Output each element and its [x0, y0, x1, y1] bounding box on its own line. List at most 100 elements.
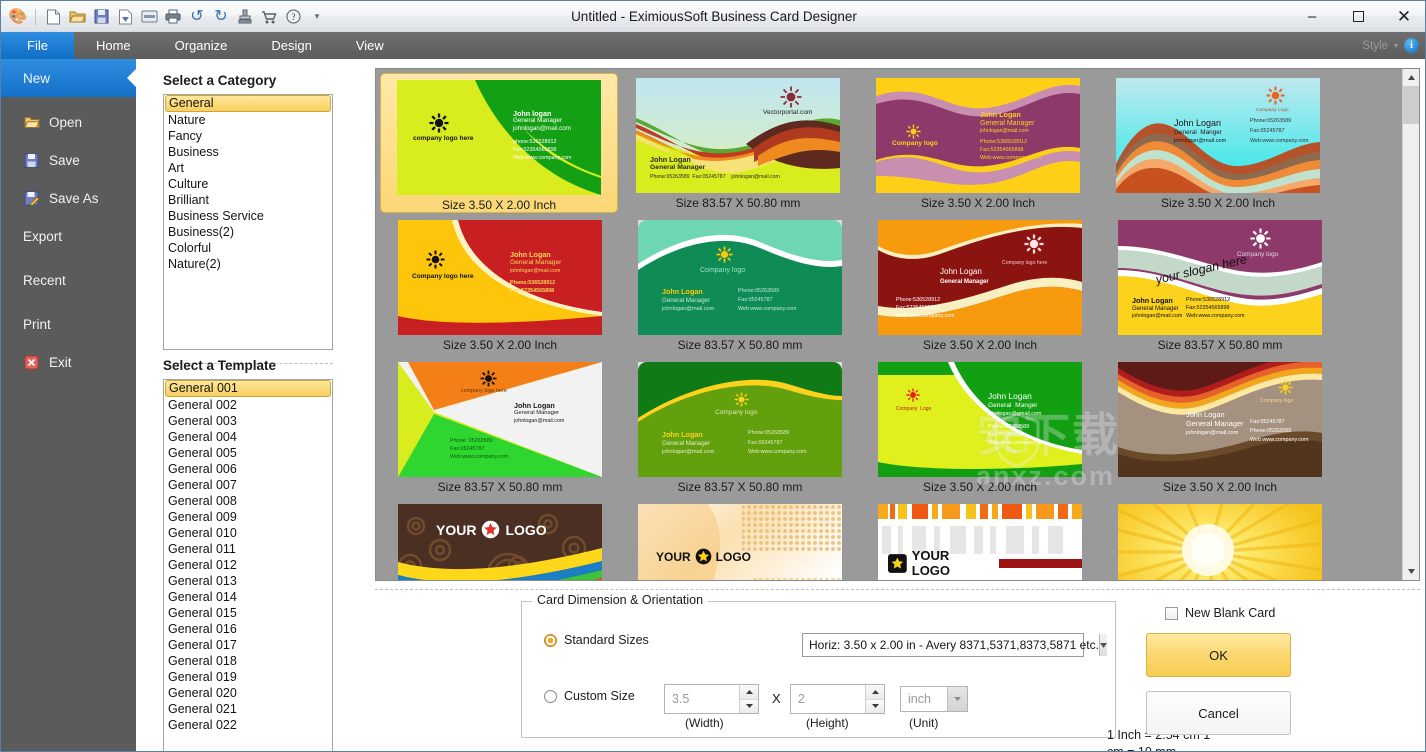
template-listbox[interactable]: General 001 General 002 General 003 Gene…: [163, 379, 333, 751]
info-icon[interactable]: i: [1404, 38, 1419, 53]
custom-size-radio[interactable]: [544, 689, 557, 703]
unit-combobox[interactable]: inch: [900, 686, 968, 712]
category-listbox[interactable]: General Nature Fancy Business Art Cultur…: [163, 94, 333, 350]
chevron-down-icon[interactable]: [1098, 634, 1107, 656]
template-item-15[interactable]: General 016: [164, 621, 332, 637]
card-logo-suffix: LOGO: [505, 521, 547, 538]
template-item-18[interactable]: General 019: [164, 669, 332, 685]
custom-size-radio-row[interactable]: Custom Size: [544, 689, 635, 703]
height-increment-button[interactable]: [866, 685, 884, 700]
template-item-0[interactable]: General 001: [165, 380, 331, 397]
template-thumbnail-general-006[interactable]: Company logo John Logan General Manager …: [620, 215, 860, 357]
template-thumbnail-general-012[interactable]: Company logo John Logan General Manager …: [1100, 357, 1340, 499]
scroll-down-button[interactable]: [1403, 563, 1419, 580]
template-item-2[interactable]: General 003: [164, 413, 332, 429]
style-menu-label[interactable]: Style: [1362, 40, 1388, 52]
file-menu-item-save-as[interactable]: Save As: [1, 179, 136, 217]
new-blank-card-checkbox[interactable]: [1165, 606, 1178, 620]
ok-button[interactable]: OK: [1146, 633, 1291, 677]
template-thumbnail-general-010[interactable]: Company logo John Logan General Manager …: [620, 357, 860, 499]
template-item-3[interactable]: General 004: [164, 429, 332, 445]
category-item-business[interactable]: Business: [164, 144, 332, 160]
file-menu-item-exit[interactable]: Exit: [1, 343, 136, 381]
file-menu-item-open[interactable]: Open: [1, 103, 136, 141]
template-item-21[interactable]: General 022: [164, 717, 332, 733]
height-decrement-button[interactable]: [866, 699, 884, 713]
category-item-nature-2[interactable]: Nature(2): [164, 256, 332, 272]
category-item-general[interactable]: General: [165, 95, 331, 112]
template-item-7[interactable]: General 008: [164, 493, 332, 509]
category-item-nature[interactable]: Nature: [164, 112, 332, 128]
chevron-down-icon[interactable]: ▾: [1394, 41, 1398, 50]
standard-sizes-radio[interactable]: [544, 633, 557, 647]
height-spin-buttons[interactable]: [865, 685, 884, 713]
template-item-13[interactable]: General 014: [164, 589, 332, 605]
scroll-up-button[interactable]: [1403, 69, 1419, 86]
width-decrement-button[interactable]: [740, 699, 758, 713]
scrollbar-thumb[interactable]: [1403, 86, 1419, 124]
minimize-button[interactable]: –: [1289, 1, 1335, 32]
template-item-4[interactable]: General 005: [164, 445, 332, 461]
width-increment-button[interactable]: [740, 685, 758, 700]
template-thumbnail-general-004[interactable]: Company Logo John Logan General Manger j…: [1098, 73, 1338, 215]
gallery-scrollbar[interactable]: [1402, 69, 1419, 580]
template-thumbnail-general-013[interactable]: YOUR LOGO: [380, 499, 620, 580]
template-gallery[interactable]: company logo here John logan General Man…: [375, 68, 1420, 581]
category-item-colorful[interactable]: Colorful: [164, 240, 332, 256]
tab-file[interactable]: File: [1, 32, 74, 59]
new-blank-card-row[interactable]: New Blank Card: [1165, 606, 1275, 620]
tab-home[interactable]: Home: [74, 32, 153, 59]
tab-view[interactable]: View: [334, 32, 406, 59]
template-thumbnail-general-007[interactable]: Company logo here John Logan General Man…: [860, 215, 1100, 357]
template-thumbnail-general-008[interactable]: Company logo your slogan here John Logan…: [1100, 215, 1340, 357]
template-item-16[interactable]: General 017: [164, 637, 332, 653]
template-thumbnail-general-003[interactable]: Company logo John Logan General Manager …: [858, 73, 1098, 215]
tab-design[interactable]: Design: [249, 32, 333, 59]
file-menu-item-export[interactable]: Export: [1, 217, 136, 255]
template-item-8[interactable]: General 009: [164, 509, 332, 525]
template-item-9[interactable]: General 010: [164, 525, 332, 541]
category-item-fancy[interactable]: Fancy: [164, 128, 332, 144]
height-spinner[interactable]: 2: [790, 684, 885, 714]
tab-organize[interactable]: Organize: [153, 32, 250, 59]
category-item-culture[interactable]: Culture: [164, 176, 332, 192]
chevron-down-icon[interactable]: [947, 687, 967, 711]
category-item-art[interactable]: Art: [164, 160, 332, 176]
width-spin-buttons[interactable]: [739, 685, 758, 713]
template-thumbnail-general-001[interactable]: company logo here John logan General Man…: [380, 73, 618, 213]
file-menu-item-recent[interactable]: Recent: [1, 261, 136, 299]
template-item-17[interactable]: General 018: [164, 653, 332, 669]
watermark-shield-icon: [994, 413, 1040, 467]
standard-sizes-radio-row[interactable]: Standard Sizes: [544, 633, 649, 647]
template-item-6[interactable]: General 007: [164, 477, 332, 493]
width-value[interactable]: 3.5: [665, 685, 739, 713]
template-thumbnail-general-014[interactable]: YOUR LOGO your text here your text here: [620, 499, 860, 580]
template-thumbnail-general-009[interactable]: company logo here John Logan General Man…: [380, 357, 620, 499]
template-item-14[interactable]: General 015: [164, 605, 332, 621]
file-menu-item-new[interactable]: New: [1, 59, 136, 97]
template-item-20[interactable]: General 021: [164, 701, 332, 717]
template-thumbnail-general-005[interactable]: Company logo here John Logan General Man…: [380, 215, 620, 357]
card-web-text: Web:www.company.com: [513, 155, 572, 161]
cancel-button[interactable]: Cancel: [1146, 691, 1291, 735]
template-item-11[interactable]: General 012: [164, 557, 332, 573]
width-spinner[interactable]: 3.5: [664, 684, 759, 714]
category-item-business-service[interactable]: Business Service: [164, 208, 332, 224]
close-button[interactable]: ✕: [1381, 1, 1425, 32]
file-menu-item-save[interactable]: Save: [1, 141, 136, 179]
category-item-brilliant[interactable]: Brilliant: [164, 192, 332, 208]
template-item-12[interactable]: General 013: [164, 573, 332, 589]
height-value[interactable]: 2: [791, 685, 865, 713]
maximize-button[interactable]: [1335, 1, 1381, 32]
template-thumbnail-general-011[interactable]: Company Logo John Logan General Manger j…: [860, 357, 1100, 499]
standard-size-combobox[interactable]: Horiz: 3.50 x 2.00 in - Avery 8371,5371,…: [802, 633, 1107, 657]
template-thumbnail-general-015[interactable]: YOUR LOGO your text here your text here …: [860, 499, 1100, 580]
template-item-5[interactable]: General 006: [164, 461, 332, 477]
category-item-business-2[interactable]: Business(2): [164, 224, 332, 240]
template-thumbnail-general-002[interactable]: Vectorportal.com John Logan General Mana…: [618, 73, 858, 215]
template-thumbnail-general-016[interactable]: [1100, 499, 1340, 580]
file-menu-item-print[interactable]: Print: [1, 305, 136, 343]
template-item-19[interactable]: General 020: [164, 685, 332, 701]
template-item-1[interactable]: General 002: [164, 397, 332, 413]
template-item-10[interactable]: General 011: [164, 541, 332, 557]
